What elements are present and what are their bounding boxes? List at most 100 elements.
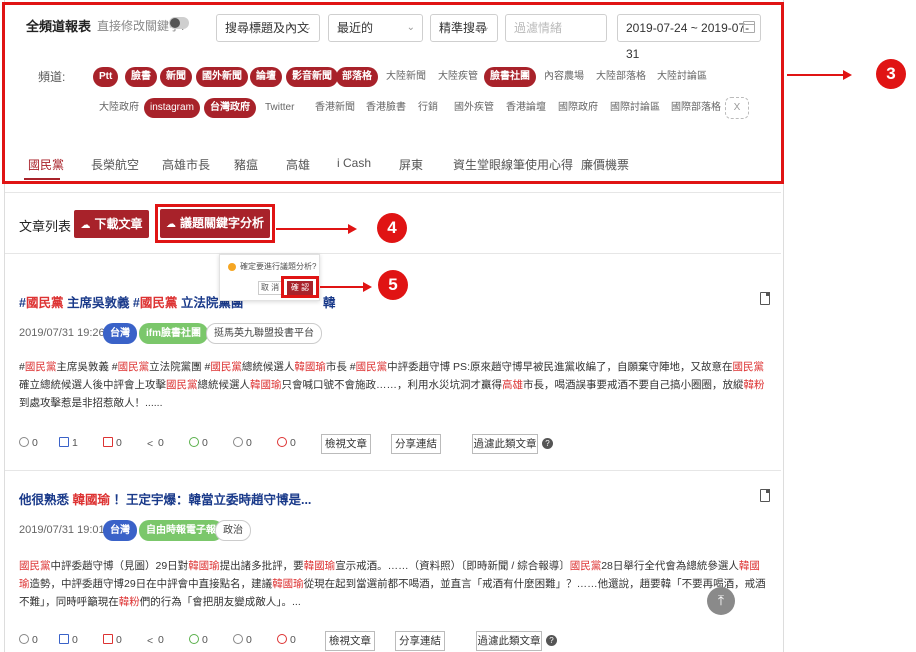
search-scope-select[interactable]: 搜尋標題及內文 ⌄ — [216, 14, 320, 42]
channel-chip[interactable]: 國際討論區 — [604, 98, 666, 118]
download-articles-button[interactable]: ☁ 下載文章 — [74, 210, 149, 238]
channel-chip[interactable]: 影音新聞 — [286, 67, 338, 87]
article-title[interactable]: #國民黨 主席吳敦義 #國民黨 立法院黨團 — [19, 292, 243, 311]
topic-tab[interactable]: 豬瘟 — [234, 156, 258, 173]
keyword-analysis-label: 議題關鍵字分析 — [179, 216, 264, 230]
topic-tab[interactable]: 廉價機票 — [581, 156, 629, 173]
date-range-picker[interactable]: 2019-07-24 ~ 2019-07-31 — [617, 14, 761, 61]
view-article-button[interactable]: 檢視文章 — [325, 631, 375, 651]
channel-chip[interactable]: 國外疾管 — [448, 98, 500, 118]
excerpt-text: 只會喊口號不會施政……，利用水災坑洞才贏得 — [281, 379, 503, 391]
stat-value: 0 — [158, 634, 164, 646]
warning-icon — [228, 263, 236, 271]
view-article-button[interactable]: 檢視文章 — [321, 434, 371, 454]
article-tag-channel[interactable]: 挺馬英九聯盟投書平台 — [206, 323, 322, 344]
excerpt-text: 市長，喝酒誤事要戒酒不要自己搞小圈圈，放縱 — [523, 379, 744, 391]
channel-chip[interactable]: 台灣政府 — [204, 98, 256, 118]
smile-icon — [189, 437, 199, 447]
chevron-down-icon: ⌄ — [481, 22, 490, 33]
channel-chip[interactable]: Twitter — [259, 98, 300, 118]
help-icon[interactable]: ? — [542, 438, 553, 449]
edit-keyword-toggle[interactable] — [169, 17, 189, 29]
topic-tab[interactable]: 屏東 — [399, 156, 423, 173]
channel-chip[interactable]: 部落格 — [336, 67, 378, 87]
smile-icon — [189, 634, 199, 644]
channel-chip[interactable]: 大陸部落格 — [590, 67, 652, 87]
frown-icon — [277, 437, 287, 447]
topic-tab[interactable]: 國民黨 — [28, 156, 64, 173]
annotation-arrowhead — [843, 70, 852, 80]
channel-chip[interactable]: 臉書 — [125, 67, 157, 87]
divider — [5, 470, 781, 471]
channel-chip[interactable]: 臉書社團 — [484, 67, 536, 87]
excerpt-keyword: 高雄 — [502, 379, 523, 391]
title-keyword: 國民黨 — [139, 296, 178, 310]
annotation-arrow — [320, 286, 365, 288]
annotation-arrowhead — [363, 282, 372, 292]
channel-chip[interactable]: 新聞 — [160, 67, 192, 87]
topic-tab[interactable]: i Cash — [337, 156, 371, 170]
topic-tab[interactable]: 長榮航空 — [91, 156, 139, 173]
callout-4: 4 — [377, 213, 407, 243]
channel-chip[interactable]: 大陸新聞 — [380, 67, 432, 87]
channel-chip[interactable]: 香港新聞 — [309, 98, 361, 118]
channel-chip[interactable]: 香港臉書 — [360, 98, 412, 118]
document-icon[interactable] — [760, 292, 770, 305]
scroll-to-top-button[interactable]: ⤒ — [707, 587, 735, 615]
excerpt-text: 立法院黨團 # — [149, 361, 211, 373]
channel-chip[interactable]: 行銷 — [412, 98, 444, 118]
document-icon[interactable] — [760, 489, 770, 502]
help-icon[interactable]: ? — [546, 635, 557, 646]
channel-chip[interactable]: 國外新聞 — [196, 67, 248, 87]
share-link-button[interactable]: 分享連結 — [391, 434, 441, 454]
active-topic-underline — [24, 178, 60, 180]
channel-label: 頻道: — [38, 70, 66, 84]
article-tag-channel[interactable]: 政治 — [215, 520, 251, 541]
article-title[interactable]: 他很熟悉 韓國瑜 ！王定宇爆：韓當立委時趙守博是... — [19, 489, 311, 508]
excerpt-keyword: 韓國瑜 — [303, 560, 336, 572]
dislike-count: 0 — [103, 437, 122, 449]
channel-chip[interactable]: 大陸疾管 — [432, 67, 484, 87]
annotation-arrowhead — [348, 224, 357, 234]
channel-chip[interactable]: 香港論壇 — [500, 98, 552, 118]
excerpt-keyword: 國民黨 — [355, 361, 388, 373]
sentiment-filter-input[interactable]: 過濾情緒 — [505, 14, 607, 42]
article-tag-source[interactable]: ifm臉書社團 — [139, 323, 208, 344]
article-date: 2019/07/31 19:01 — [19, 524, 105, 536]
filter-similar-button[interactable]: 過濾此類文章 — [472, 434, 538, 454]
excerpt-keyword: 國民黨 — [19, 560, 51, 572]
popover-cancel-button[interactable]: 取 消 — [258, 281, 282, 295]
article-stats: 0 1 0 <0 0 0 0 檢視文章 分享連結 過濾此類文章 ? — [19, 434, 779, 454]
stat-value: 0 — [246, 437, 252, 449]
share-link-button[interactable]: 分享連結 — [395, 631, 445, 651]
article-tag-source[interactable]: 自由時報電子報 — [139, 520, 223, 541]
article-title-tail[interactable]: 韓 — [323, 292, 336, 311]
comment-icon — [19, 634, 29, 644]
thumbs-up-icon — [59, 634, 69, 644]
channel-chip[interactable]: Ptt — [93, 67, 119, 87]
arrow-up-icon: ⤒ — [717, 592, 725, 608]
sort-value: 最近的 — [337, 21, 374, 35]
channel-chip[interactable]: instagram — [144, 98, 200, 118]
topic-tab[interactable]: 高雄市長 — [162, 156, 210, 173]
search-mode-select[interactable]: 精準搜尋 ⌄ — [430, 14, 498, 42]
channel-chip[interactable]: 大陸政府 — [93, 98, 145, 118]
topic-tab[interactable]: 高雄 — [286, 156, 310, 173]
clear-channels-button[interactable]: X — [725, 97, 749, 119]
channel-chip[interactable]: 大陸討論區 — [651, 67, 713, 87]
thumbs-down-icon — [103, 634, 113, 644]
keyword-analysis-button[interactable]: ☁ 議題關鍵字分析 — [160, 209, 270, 238]
channel-chip[interactable]: 國際政府 — [552, 98, 604, 118]
channel-chip[interactable]: 國際部落格 — [665, 98, 727, 118]
filter-similar-button[interactable]: 過濾此類文章 — [476, 631, 542, 651]
thumbs-down-icon — [103, 437, 113, 447]
channel-chip[interactable]: 論壇 — [250, 67, 282, 87]
happy-count: 0 — [189, 437, 208, 449]
topic-tab[interactable]: 資生堂眼線筆使用心得 — [453, 156, 573, 173]
article-tag-region[interactable]: 台灣 — [103, 520, 137, 541]
excerpt-keyword: 韓國瑜 — [272, 578, 304, 590]
sort-select[interactable]: 最近的 ⌄ — [328, 14, 423, 42]
article-tag-region[interactable]: 台灣 — [103, 323, 137, 344]
channel-chip[interactable]: 內容農場 — [538, 67, 590, 87]
excerpt-text: 市長 # — [325, 361, 356, 373]
